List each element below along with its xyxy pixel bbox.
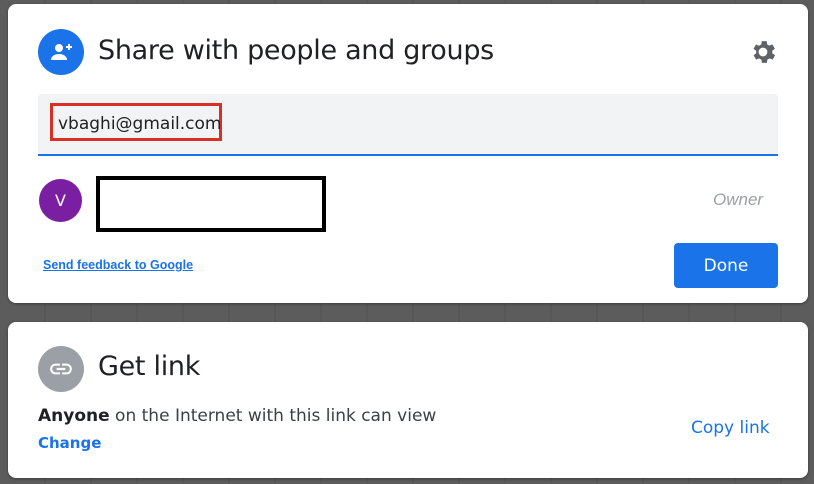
change-access-link[interactable]: Change (38, 434, 101, 452)
share-dialog: Share with people and groups vbaghi@gmai… (8, 4, 808, 303)
link-icon (38, 346, 84, 392)
get-link-title: Get link (98, 351, 201, 382)
done-button[interactable]: Done (674, 243, 778, 288)
access-scope: Anyone (38, 406, 110, 426)
owner-role-label: Owner (713, 190, 764, 209)
gear-icon[interactable] (748, 37, 778, 67)
email-value[interactable]: vbaghi@gmail.com (58, 114, 221, 134)
link-access-description: Anyone on the Internet with this link ca… (38, 406, 436, 426)
email-field[interactable]: vbaghi@gmail.com (38, 94, 778, 156)
get-link-dialog: Get link Anyone on the Internet with thi… (8, 322, 808, 478)
access-description-rest: on the Internet with this link can view (109, 406, 437, 426)
redacted-name-box (96, 176, 326, 232)
avatar: V (39, 179, 82, 222)
add-person-icon (38, 29, 84, 75)
send-feedback-link[interactable]: Send feedback to Google (43, 258, 193, 272)
copy-link-button[interactable]: Copy link (691, 418, 770, 438)
share-title: Share with people and groups (98, 35, 494, 66)
